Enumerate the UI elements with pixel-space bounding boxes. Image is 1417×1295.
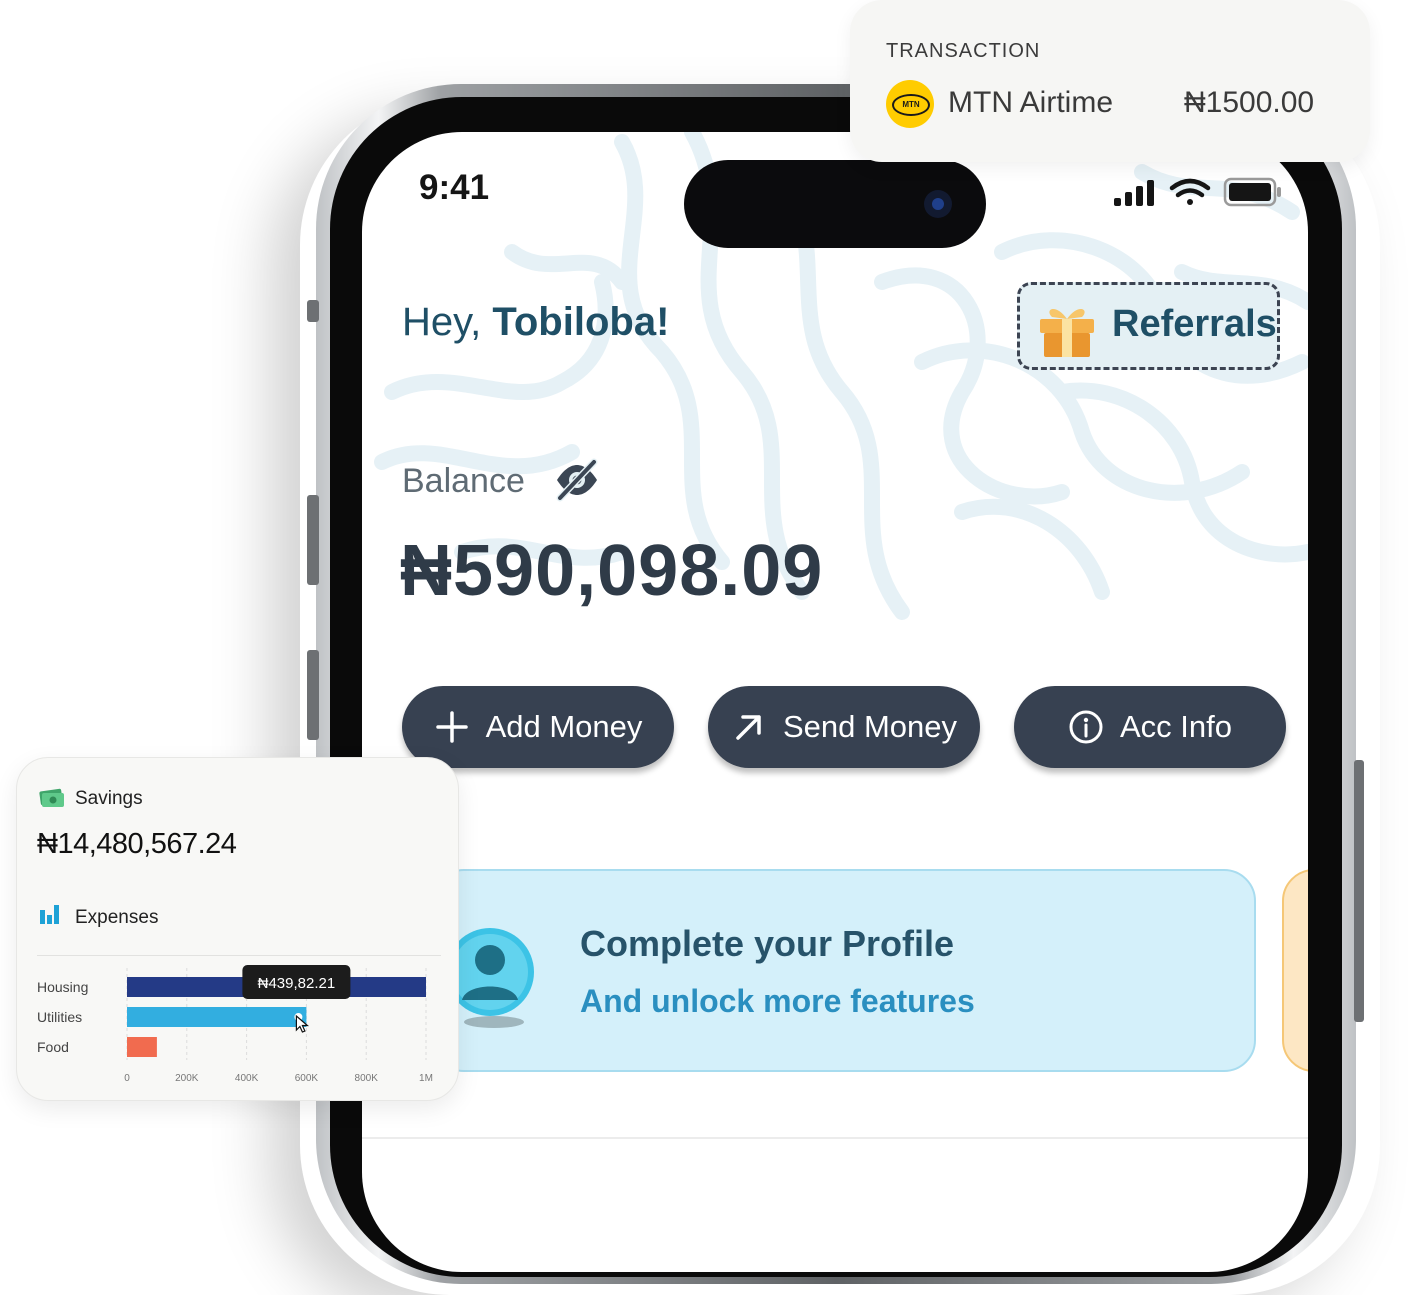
balance-label: Balance	[402, 462, 525, 500]
mtn-logo-icon: MTN	[886, 80, 934, 128]
next-promo-card[interactable]	[1282, 869, 1308, 1072]
greeting-text: Hey, Tobiloba!	[402, 300, 669, 345]
plus-icon	[435, 711, 468, 743]
section-divider	[362, 1137, 1308, 1139]
x-tick-label: 400K	[235, 1073, 259, 1084]
greeting-username: Tobiloba!	[492, 300, 670, 344]
balance-amount: ₦590,098.09	[400, 531, 824, 611]
x-tick-label: 0	[124, 1073, 130, 1084]
mtn-logo-text: MTN	[892, 94, 930, 116]
battery-icon	[1223, 177, 1281, 207]
phone-side-button	[307, 300, 319, 322]
gift-icon	[1040, 308, 1094, 357]
category-label: Utilities	[37, 1009, 82, 1025]
x-tick-label: 800K	[355, 1073, 379, 1084]
x-tick-label: 200K	[175, 1073, 199, 1084]
phone-power-button	[1354, 760, 1364, 1022]
bar-chart-icon	[40, 905, 59, 924]
phone-volume-down-button	[307, 650, 319, 740]
referrals-button[interactable]: Referrals	[1017, 282, 1280, 370]
send-money-label: Send Money	[782, 709, 958, 744]
expenses-bar-chart: 0 200K 400K 600K 800K 1M Housing Utilities Food ₦…	[37, 965, 433, 1084]
status-bar-icons	[1114, 177, 1281, 207]
greeting-prefix: Hey,	[402, 300, 493, 344]
savings-label: Savings	[75, 788, 143, 809]
add-money-button[interactable]: Add Money	[402, 686, 674, 768]
phone-screen: 9:41 Hey, Tobiloba! Referrals Balance ₦5…	[362, 132, 1308, 1272]
category-label: Food	[37, 1039, 69, 1055]
acc-info-label: Acc Info	[1120, 709, 1232, 744]
user-avatar-icon	[450, 928, 534, 1028]
dynamic-island	[684, 160, 986, 248]
money-icon	[39, 788, 64, 807]
transaction-name: MTN Airtime	[948, 86, 1113, 119]
transaction-heading: TRANSACTION	[886, 40, 1041, 62]
transaction-card[interactable]: TRANSACTION MTN MTN Airtime ₦1500.00	[850, 0, 1370, 162]
profile-card-subtitle: And unlock more features	[580, 983, 975, 1019]
send-money-button[interactable]: Send Money	[708, 686, 980, 768]
x-tick-label: 600K	[295, 1073, 319, 1084]
tooltip-value: ₦439,82.21	[258, 975, 336, 992]
expenses-label: Expenses	[75, 907, 159, 928]
profile-card-title: Complete your Profile	[580, 923, 955, 964]
phone-volume-up-button	[307, 495, 319, 585]
status-bar-time: 9:41	[419, 168, 490, 207]
chart-bar	[127, 1007, 307, 1027]
chart-bar	[127, 1037, 157, 1057]
transaction-amount: ₦1500.00	[1184, 86, 1315, 119]
x-tick-label: 1M	[419, 1073, 433, 1084]
front-camera	[924, 190, 952, 218]
eye-off-icon[interactable]	[554, 458, 600, 502]
referrals-label: Referrals	[1112, 303, 1277, 345]
cellular-signal-icon	[1114, 180, 1154, 206]
arrow-up-right-icon	[736, 715, 761, 740]
add-money-label: Add Money	[485, 709, 643, 744]
finance-summary-card: Savings ₦14,480,567.24 Expenses 0 200K 400…	[16, 757, 459, 1101]
acc-info-button[interactable]: Acc Info	[1014, 686, 1286, 768]
info-icon	[1069, 710, 1103, 744]
wifi-icon	[1169, 178, 1211, 205]
complete-profile-card[interactable]: Complete your Profile And unlock more fe…	[432, 869, 1256, 1072]
category-label: Housing	[37, 979, 88, 995]
savings-amount: ₦14,480,567.24	[37, 828, 237, 860]
